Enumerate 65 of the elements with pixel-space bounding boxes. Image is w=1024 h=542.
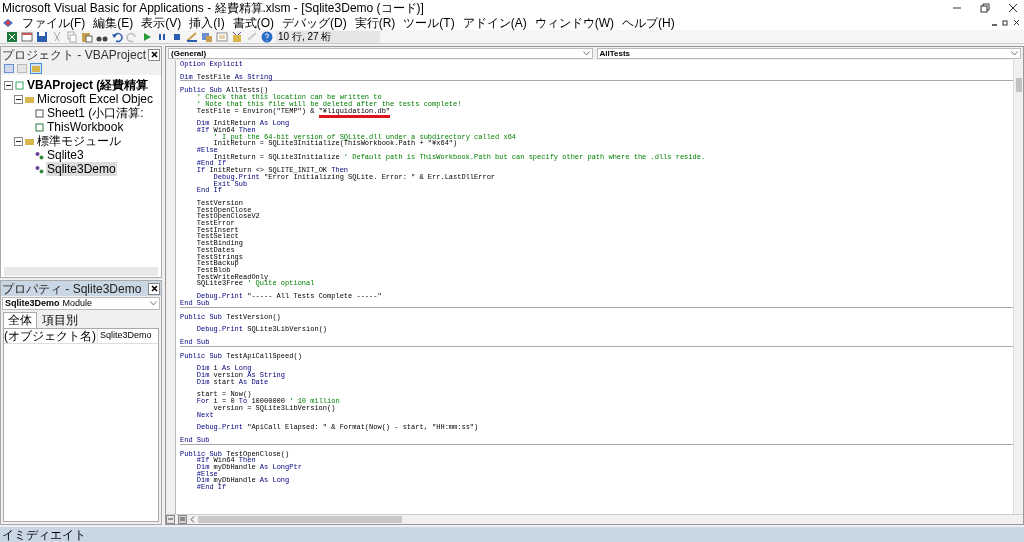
menu-item[interactable]: ツール(T) xyxy=(403,15,455,30)
window-title: Microsoft Visual Basic for Applications - 経費精算.xlsm - [Sqlite3Demo (コード)] xyxy=(1,0,424,15)
close-button[interactable] xyxy=(148,48,160,61)
play-icon[interactable] xyxy=(141,30,153,43)
form-icon[interactable] xyxy=(21,30,33,43)
menu-item[interactable]: ウィンドウ(W) xyxy=(534,15,614,30)
close-icon xyxy=(150,51,158,58)
dropdown-caret-icon xyxy=(582,51,590,56)
project-explorer-icon[interactable] xyxy=(201,30,213,43)
close-icon xyxy=(150,285,158,292)
menu-item[interactable]: 表示(V) xyxy=(141,15,182,30)
save-icon[interactable] xyxy=(36,30,48,43)
procedure-dropdown[interactable]: AllTests xyxy=(596,48,1021,59)
collapse-icon[interactable] xyxy=(14,94,23,104)
dropdown-caret-icon xyxy=(1011,51,1018,56)
menu-item[interactable]: 編集(E) xyxy=(93,15,134,30)
module-icon xyxy=(35,150,44,160)
module-icon xyxy=(35,164,44,174)
menu-item[interactable]: アドイン(A) xyxy=(462,15,527,30)
close-icon[interactable] xyxy=(1013,19,1020,26)
folder-icon xyxy=(25,94,34,104)
menu-item[interactable]: 書式(O) xyxy=(232,15,274,30)
tab[interactable]: 全体 xyxy=(3,312,37,328)
tree-item[interactable]: Microsoft Excel Objec xyxy=(36,92,155,106)
close-icon[interactable] xyxy=(1008,2,1018,13)
horizontal-scrollbar[interactable] xyxy=(198,516,402,523)
tree-item[interactable]: 標準モジュール xyxy=(36,134,122,148)
tab[interactable]: 項目別 xyxy=(37,312,83,328)
dropdown-caret-icon xyxy=(150,301,157,306)
collapse-icon[interactable] xyxy=(14,136,23,146)
object-dropdown[interactable]: (General) xyxy=(168,48,593,59)
tree-item[interactable]: ThisWorkbook xyxy=(46,120,125,134)
vertical-scrollbar[interactable] xyxy=(1013,60,1023,514)
tree-item[interactable]: VBAProject (経費精算 xyxy=(26,78,150,92)
app-icon xyxy=(2,17,14,28)
folder-icon xyxy=(25,136,34,146)
paste-icon[interactable] xyxy=(81,30,93,43)
close-button[interactable] xyxy=(148,282,160,295)
panel-title: プロジェクト - VBAProject xyxy=(2,47,147,62)
property-name: (オブジェクト名) xyxy=(4,329,98,343)
menu-item[interactable]: デバッグ(D) xyxy=(282,15,347,30)
menu-item[interactable]: ヘルプ(H) xyxy=(622,15,675,30)
immediate-window-title: イミディエイト xyxy=(1,527,86,542)
restore-icon[interactable] xyxy=(1002,19,1009,26)
object-dropdown[interactable]: Sqlite3Demo Module xyxy=(2,297,160,310)
tree-item[interactable]: Sqlite3 xyxy=(46,148,85,162)
procedure-view-icon[interactable] xyxy=(166,515,175,524)
cursor-position-field: 10 行, 27 桁 xyxy=(276,30,380,43)
undo-icon[interactable] xyxy=(111,30,123,43)
horizontal-scrollbar[interactable] xyxy=(4,267,158,276)
menu-item[interactable]: ファイル(F) xyxy=(22,15,86,30)
menu-item[interactable]: 挿入(I) xyxy=(189,15,225,30)
tree-item[interactable]: Sheet1 (小口清算: xyxy=(46,106,145,120)
panel-title: プロパティ - Sqlite3Demo xyxy=(2,281,142,296)
folder-icon[interactable] xyxy=(30,63,42,74)
document-icon xyxy=(15,80,24,90)
help-icon[interactable] xyxy=(261,30,273,43)
object-browser-icon[interactable] xyxy=(231,30,243,43)
restore-icon[interactable] xyxy=(980,2,990,13)
spreadsheet-icon[interactable] xyxy=(6,30,18,43)
tree-item[interactable]: Sqlite3Demo xyxy=(46,162,117,176)
collapse-icon[interactable] xyxy=(4,80,13,90)
menu-item[interactable]: 実行(R) xyxy=(354,15,396,30)
property-value[interactable]: Sqlite3Demo xyxy=(98,329,152,343)
design-mode-icon[interactable] xyxy=(186,30,198,43)
